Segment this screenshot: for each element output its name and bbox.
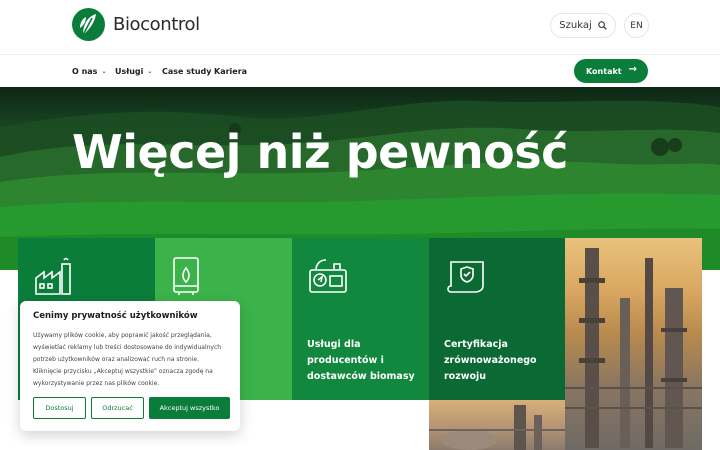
nav-item-uslugi[interactable]: Usługi ⌄ [115,67,152,76]
contact-button[interactable]: Kontakt → [574,59,648,83]
certificate-icon [445,256,487,300]
top-bar: Biocontrol Szukaj EN [0,0,720,54]
logo-text: Biocontrol [113,14,200,35]
reject-button[interactable]: Odrzucać [91,397,144,419]
search-icon [598,21,607,30]
leaf-logo-icon [72,8,105,41]
cookie-actions: Dostosuj Odrzucać Akceptuj wszystko [33,397,230,419]
cookie-title: Cenimy prywatność użytkowników [33,311,198,321]
language-switch-button[interactable]: EN [624,13,649,38]
factory-icon [34,256,74,300]
page: Biocontrol Szukaj EN O nas ⌄ Usługi ⌄ Ca… [0,0,720,450]
nav-item-case-study[interactable]: Case study [162,67,211,76]
service-tile-certification[interactable]: Certyfikacja zrównoważonego rozwoju [429,238,565,400]
customize-button[interactable]: Dostosuj [33,397,86,419]
hero-title: Więcej niż pewność [72,125,568,179]
chevron-down-icon: ⌄ [147,68,153,75]
nav-item-o-nas[interactable]: O nas ⌄ [72,67,106,76]
cookie-consent-dialog: Cenimy prywatność użytkowników Używamy p… [20,301,240,431]
biomass-icon [308,256,348,300]
chevron-down-icon: ⌄ [101,68,107,75]
search-button[interactable]: Szukaj [550,13,616,38]
industrial-plant-image [565,238,702,450]
search-label: Szukaj [559,20,592,31]
industrial-plant-image-lower [429,400,565,450]
boiler-icon [171,256,201,300]
nav-item-kariera[interactable]: Kariera [214,67,247,76]
tile-title: Certyfikacja zrównoważonego rozwoju [444,339,537,382]
cookie-body: Używamy plików cookie, aby poprawić jako… [33,332,222,387]
arrow-right-icon: → [628,64,637,75]
service-tile-biomass[interactable]: Usługi dla producentów i dostawców bioma… [292,238,429,400]
logo[interactable]: Biocontrol [72,8,200,41]
accept-all-button[interactable]: Akceptuj wszystko [149,397,230,419]
tile-title: Usługi dla producentów i dostawców bioma… [307,339,415,382]
